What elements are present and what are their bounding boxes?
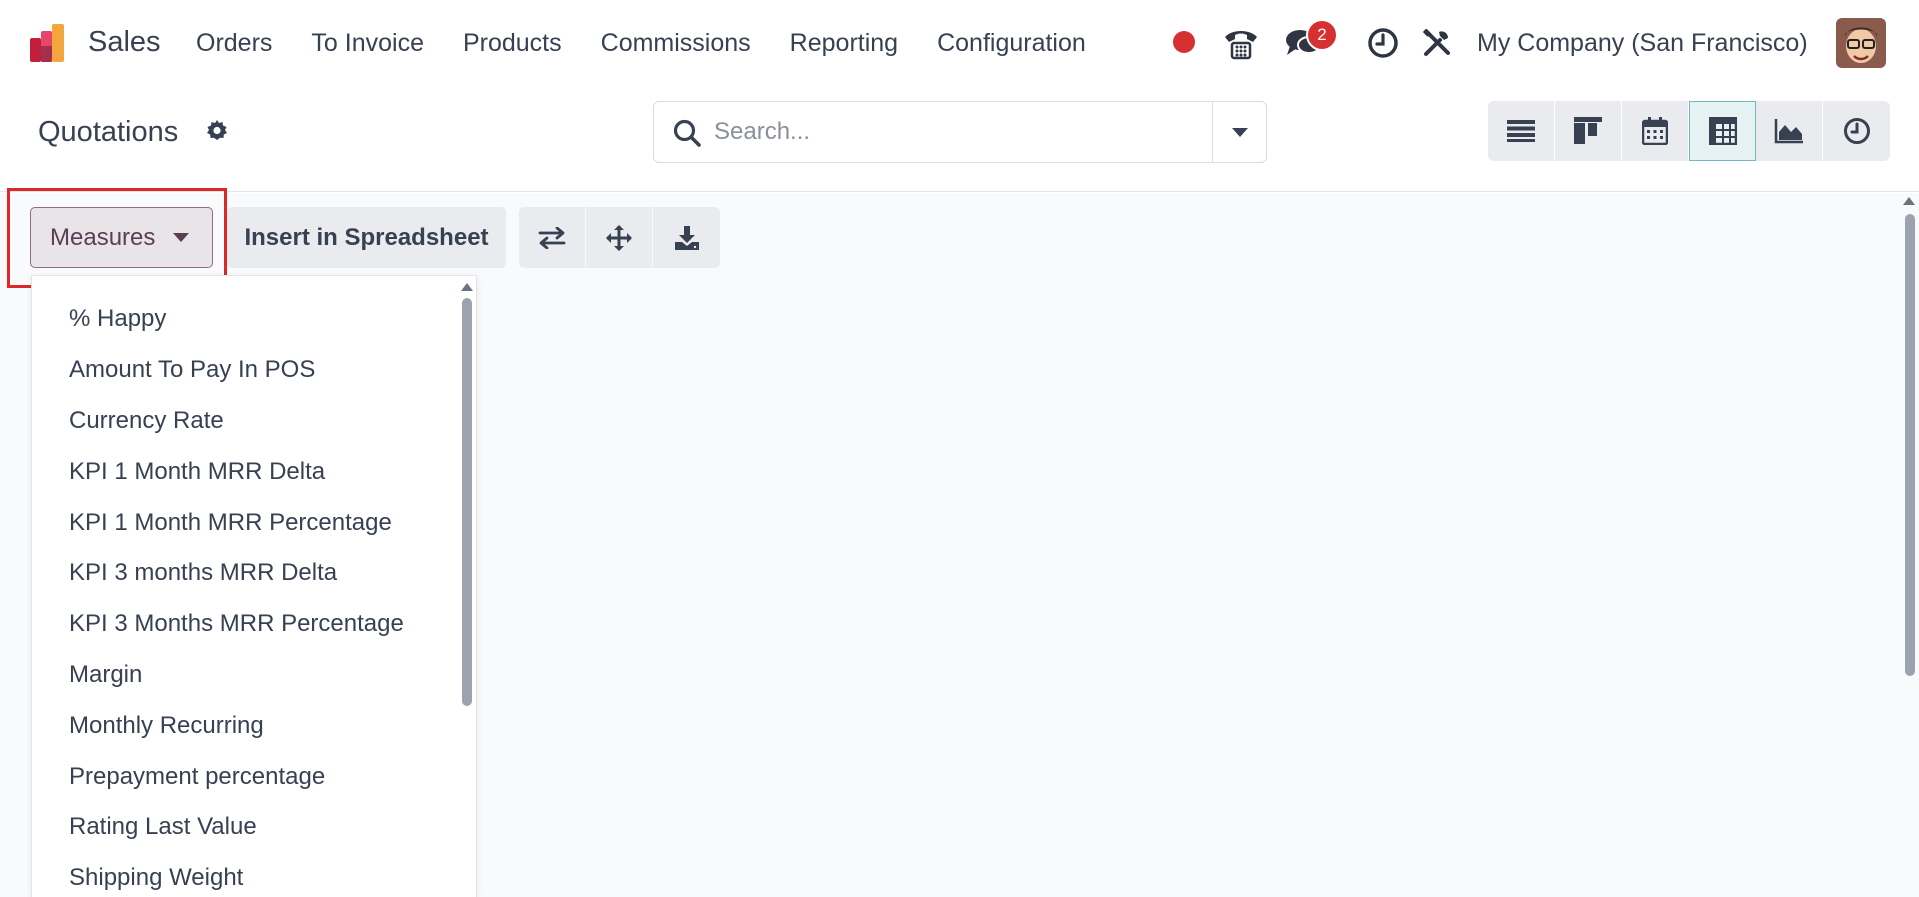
phone-icon[interactable]: [1218, 20, 1264, 66]
user-avatar[interactable]: [1836, 18, 1886, 68]
menu-commissions[interactable]: Commissions: [601, 29, 751, 58]
activity-view-icon[interactable]: [1823, 101, 1890, 161]
measure-item[interactable]: Rating Last Value: [32, 802, 476, 853]
dropdown-scrollbar[interactable]: [462, 298, 472, 706]
measure-item[interactable]: Monthly Recurring: [32, 700, 476, 751]
menu-orders[interactable]: Orders: [196, 29, 272, 58]
clock-icon[interactable]: [1360, 20, 1406, 66]
menu-products[interactable]: Products: [463, 29, 562, 58]
messages-count-badge: 2: [1306, 19, 1338, 51]
pivot-tools: [519, 207, 720, 268]
flip-axis-icon[interactable]: [519, 207, 586, 268]
dropdown-scroll-up-arrow[interactable]: [461, 283, 473, 291]
measure-item[interactable]: KPI 1 Month MRR Percentage: [32, 497, 476, 548]
menu-configuration[interactable]: Configuration: [937, 29, 1086, 58]
record-dot-icon[interactable]: [1173, 31, 1195, 53]
measure-item[interactable]: % Happy: [32, 294, 476, 345]
pivot-view-icon[interactable]: [1689, 101, 1756, 161]
measures-list: % Happy Amount To Pay In POS Currency Ra…: [32, 276, 476, 897]
search-bar: [653, 101, 1267, 163]
main-menu: Orders To Invoice Products Commissions R…: [196, 29, 1125, 58]
calendar-view-icon[interactable]: [1622, 101, 1689, 161]
view-switcher: [1488, 101, 1890, 163]
kanban-view-icon[interactable]: [1555, 101, 1622, 161]
page-scroll-up-arrow[interactable]: [1903, 197, 1915, 205]
tools-icon[interactable]: [1414, 20, 1460, 66]
search-input[interactable]: [714, 112, 1184, 152]
gear-icon[interactable]: [205, 119, 229, 143]
search-options-toggle[interactable]: [1212, 102, 1266, 162]
measure-item[interactable]: Margin: [32, 650, 476, 701]
expand-all-icon[interactable]: [586, 207, 653, 268]
measure-item[interactable]: KPI 3 months MRR Delta: [32, 548, 476, 599]
measures-label: Measures: [50, 223, 156, 251]
measure-item[interactable]: Prepayment percentage: [32, 751, 476, 802]
insert-in-spreadsheet-button[interactable]: Insert in Spreadsheet: [227, 207, 506, 268]
page-scrollbar[interactable]: [1905, 214, 1915, 676]
measures-dropdown: % Happy Amount To Pay In POS Currency Ra…: [31, 275, 477, 897]
measures-button[interactable]: Measures: [30, 207, 213, 268]
download-icon[interactable]: [653, 207, 720, 268]
control-panel: Quotations: [0, 88, 1919, 192]
measure-item[interactable]: Amount To Pay In POS: [32, 345, 476, 396]
graph-view-icon[interactable]: [1756, 101, 1823, 161]
company-switcher[interactable]: My Company (San Francisco): [1477, 29, 1808, 58]
sales-app-logo[interactable]: [28, 22, 70, 64]
menu-to-invoice[interactable]: To Invoice: [311, 29, 424, 58]
top-navbar: Sales Orders To Invoice Products Commiss…: [0, 0, 1919, 88]
caret-down-icon: [173, 233, 190, 242]
list-view-icon[interactable]: [1488, 101, 1555, 161]
chevron-down-icon: [1231, 127, 1248, 137]
measure-item[interactable]: KPI 1 Month MRR Delta: [32, 446, 476, 497]
search-icon: [672, 118, 702, 148]
measure-item[interactable]: Shipping Weight: [32, 853, 476, 897]
measure-item[interactable]: KPI 3 Months MRR Percentage: [32, 599, 476, 650]
page-title[interactable]: Quotations: [38, 116, 178, 149]
measure-item[interactable]: Currency Rate: [32, 396, 476, 447]
menu-reporting[interactable]: Reporting: [790, 29, 898, 58]
app-name[interactable]: Sales: [88, 26, 161, 59]
